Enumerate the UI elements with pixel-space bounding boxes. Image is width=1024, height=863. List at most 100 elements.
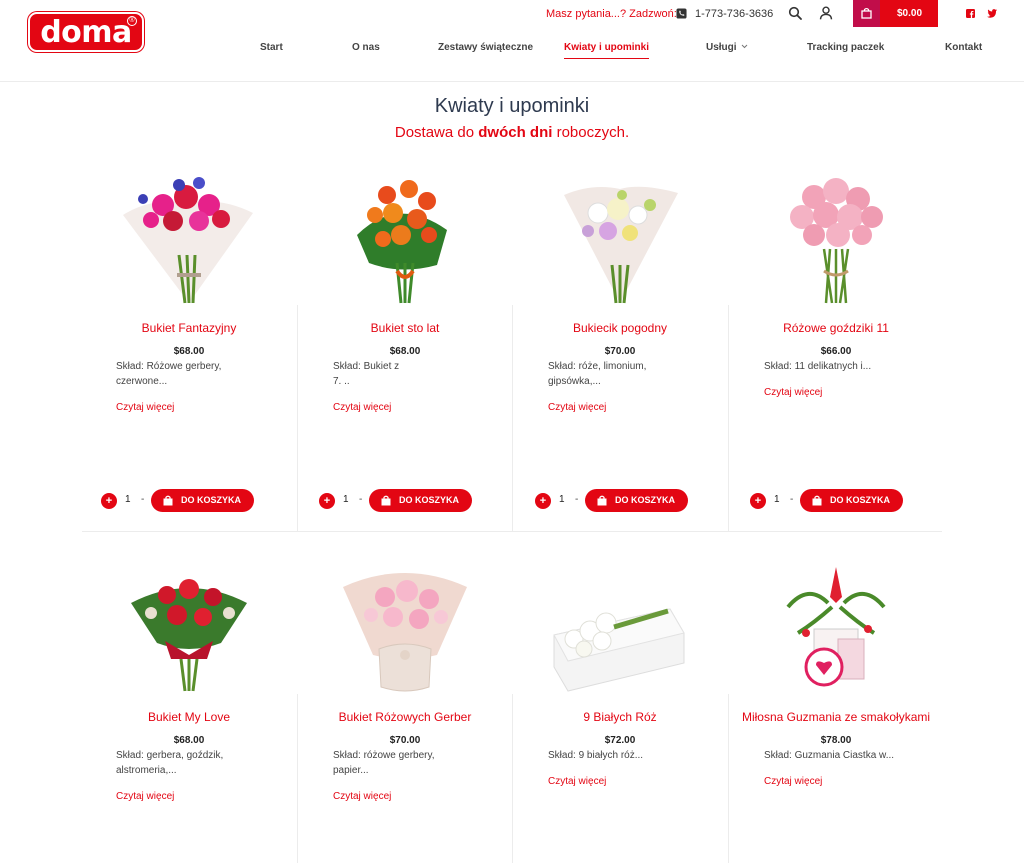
bouquet-image[interactable] <box>512 563 728 693</box>
description-line: alstromeria,... <box>116 765 177 776</box>
product-description: Skład: 11 delikatnych i... <box>764 359 924 374</box>
description-line: Skład: Bukiet z <box>333 361 400 372</box>
qty-minus-button[interactable]: - <box>575 494 578 505</box>
bouquet-image[interactable] <box>728 175 944 305</box>
twitter-icon[interactable] <box>987 9 997 18</box>
product-name[interactable]: Bukiet Różowych Gerber <box>297 710 513 724</box>
read-more-link[interactable]: Czytaj więcej <box>333 402 391 413</box>
description-line: Skład: 11 delikatnych i... <box>764 361 872 372</box>
bouquet-image[interactable] <box>297 175 513 305</box>
subtitle-prefix: Dostawa do <box>394 124 479 141</box>
qty-value[interactable]: 1 <box>125 494 131 505</box>
qty-minus-button[interactable]: - <box>790 494 793 505</box>
product-description: Skład: 9 białych róż... <box>548 748 698 763</box>
add-to-cart-button[interactable]: DO KOSZYKA <box>585 489 688 512</box>
nav-item-zestawy-swiateczne[interactable]: Zestawy świąteczne <box>438 42 533 53</box>
read-more-link[interactable]: Czytaj więcej <box>548 402 606 413</box>
qty-value[interactable]: 1 <box>559 494 565 505</box>
add-to-cart-label: DO KOSZYKA <box>399 495 460 505</box>
nav-item-o-nas[interactable]: O nas <box>352 42 380 53</box>
description-line: 7. .. <box>333 376 350 387</box>
chevron-down-icon <box>741 44 748 49</box>
product-price: $78.00 <box>820 735 852 746</box>
product-description: Skład: Guzmania Ciastka w... <box>764 748 934 763</box>
bouquet-image[interactable] <box>297 563 513 693</box>
read-more-link[interactable]: Czytaj więcej <box>116 402 174 413</box>
product-name[interactable]: Miłosna Guzmania ze smakołykami <box>728 710 944 724</box>
quantity-stepper: + 1 - DO KOSZYKA <box>101 489 271 513</box>
user-icon[interactable] <box>819 6 833 20</box>
grid-divider <box>728 305 729 531</box>
subtitle-bold: dwóch dni <box>478 124 553 141</box>
qty-minus-button[interactable]: - <box>141 494 144 505</box>
nav-item-label: Usługi <box>706 42 737 53</box>
grid-divider <box>512 305 513 531</box>
qty-plus-button[interactable]: + <box>750 493 766 509</box>
nav-item-kwiaty-i-upominki[interactable]: Kwiaty i upominki <box>564 42 650 59</box>
bouquet-image[interactable] <box>81 563 297 693</box>
cart-button[interactable]: $0.00 <box>853 0 938 27</box>
contact-question: Masz pytania...? Zadzwoń: <box>546 8 677 20</box>
description-line: Skład: różowe gerbery, <box>333 750 435 761</box>
read-more-link[interactable]: Czytaj więcej <box>333 791 391 802</box>
add-to-cart-button[interactable]: DO KOSZYKA <box>151 489 254 512</box>
grid-divider <box>82 531 942 532</box>
add-to-cart-label: DO KOSZYKA <box>615 495 676 505</box>
bag-icon <box>812 495 822 506</box>
search-icon[interactable] <box>788 6 802 20</box>
nav-item-uslugi[interactable]: Usługi <box>706 42 748 53</box>
quantity-stepper: + 1 - DO KOSZYKA <box>535 489 705 513</box>
product-name[interactable]: 9 Białych Róż <box>512 710 728 724</box>
site-header: doma ® Masz pytania...? Zadzwoń: 1-773-7… <box>0 0 1024 82</box>
product-name[interactable]: Różowe goździki 11 <box>728 321 944 335</box>
product-price: $68.00 <box>389 346 421 357</box>
qty-value[interactable]: 1 <box>774 494 780 505</box>
read-more-link[interactable]: Czytaj więcej <box>548 776 606 787</box>
logo-text: doma <box>40 15 132 50</box>
product-name[interactable]: Bukiecik pogodny <box>512 321 728 335</box>
nav-item-tracking-paczek[interactable]: Tracking paczek <box>807 42 884 53</box>
nav-item-start[interactable]: Start <box>260 42 283 53</box>
read-more-link[interactable]: Czytaj więcej <box>116 791 174 802</box>
phone-number[interactable]: 1-773-736-3636 <box>695 8 773 20</box>
product-price: $70.00 <box>604 346 636 357</box>
product-price: $70.00 <box>389 735 421 746</box>
add-to-cart-button[interactable]: DO KOSZYKA <box>369 489 472 512</box>
read-more-link[interactable]: Czytaj więcej <box>764 776 822 787</box>
description-line: Skład: gerbera, goździk, <box>116 750 224 761</box>
page-title: Kwiaty i upominki <box>434 95 590 117</box>
product-description: Skład: Różowe gerbery, czerwone... <box>116 359 236 389</box>
registered-mark: ® <box>127 16 137 26</box>
brand-logo[interactable]: doma ® <box>28 12 144 52</box>
bag-icon <box>163 495 173 506</box>
qty-plus-button[interactable]: + <box>101 493 117 509</box>
facebook-icon[interactable] <box>966 9 975 18</box>
bouquet-image[interactable] <box>512 175 728 305</box>
product-name[interactable]: Bukiet Fantazyjny <box>81 321 297 335</box>
cart-icon <box>861 7 872 19</box>
description-line: czerwone... <box>116 376 168 387</box>
add-to-cart-label: DO KOSZYKA <box>830 495 891 505</box>
product-description: Skład: róże, limonium, gipsówka,... <box>548 359 668 389</box>
product-description: Skład: Bukiet z 7. .. <box>333 359 453 389</box>
bag-icon <box>381 495 391 506</box>
qty-minus-button[interactable]: - <box>359 494 362 505</box>
bouquet-image[interactable] <box>81 175 297 305</box>
cart-icon-box <box>853 0 880 27</box>
qty-plus-button[interactable]: + <box>319 493 335 509</box>
nav-item-kontakt[interactable]: Kontakt <box>945 42 982 53</box>
phone-icon <box>676 8 687 19</box>
description-line: Skład: 9 białych róż... <box>548 750 644 761</box>
bouquet-image[interactable] <box>728 563 944 693</box>
product-description: Skład: gerbera, goździk, alstromeria,... <box>116 748 256 778</box>
read-more-link[interactable]: Czytaj więcej <box>764 387 822 398</box>
description-line: Skład: Różowe gerbery, <box>116 361 222 372</box>
add-to-cart-button[interactable]: DO KOSZYKA <box>800 489 903 512</box>
product-price: $68.00 <box>173 346 205 357</box>
qty-value[interactable]: 1 <box>343 494 349 505</box>
product-price: $72.00 <box>604 735 636 746</box>
product-name[interactable]: Bukiet My Love <box>81 710 297 724</box>
product-name[interactable]: Bukiet sto lat <box>297 321 513 335</box>
qty-plus-button[interactable]: + <box>535 493 551 509</box>
product-description: Skład: różowe gerbery, papier... <box>333 748 473 778</box>
